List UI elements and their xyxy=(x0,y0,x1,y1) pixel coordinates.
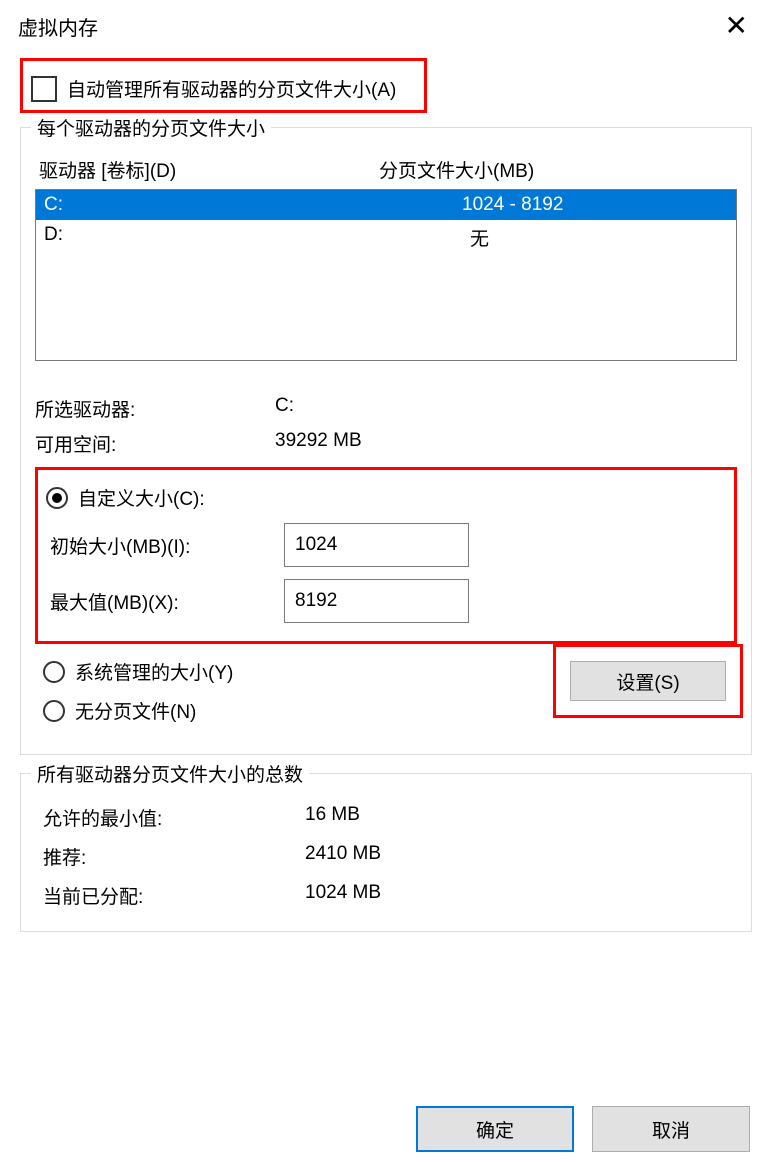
radio-system-label: 系统管理的大小(Y) xyxy=(75,658,233,685)
min-allowed-value: 16 MB xyxy=(305,804,360,831)
dialog-footer: 确定 取消 xyxy=(0,1106,772,1152)
drive-cell: D: xyxy=(44,224,462,251)
free-space-row: 可用空间: 39292 MB xyxy=(35,426,737,461)
selected-drive-row: 所选驱动器: C: xyxy=(35,391,737,426)
size-cell: 无 xyxy=(462,224,728,251)
per-drive-legend: 每个驱动器的分页文件大小 xyxy=(31,114,271,141)
initial-size-input[interactable] xyxy=(284,523,469,567)
auto-manage-checkbox[interactable]: 自动管理所有驱动器的分页文件大小(A) xyxy=(20,58,427,113)
auto-manage-label: 自动管理所有驱动器的分页文件大小(A) xyxy=(67,75,396,102)
custom-size-section: 自定义大小(C): 初始大小(MB)(I): 最大值(MB)(X): xyxy=(35,467,737,644)
header-drive: 驱动器 [卷标](D) xyxy=(39,156,379,183)
selected-drive-label: 所选驱动器: xyxy=(35,395,275,422)
radio-icon xyxy=(43,700,65,722)
titlebar: 虚拟内存 ✕ xyxy=(0,0,772,48)
set-button-highlight: 设置(S) xyxy=(553,644,743,718)
selected-drive-value: C: xyxy=(275,395,294,422)
per-drive-group: 每个驱动器的分页文件大小 驱动器 [卷标](D) 分页文件大小(MB) C: 1… xyxy=(20,127,752,755)
max-size-input[interactable] xyxy=(284,579,469,623)
min-allowed-label: 允许的最小值: xyxy=(43,804,305,831)
totals-group: 所有驱动器分页文件大小的总数 允许的最小值: 16 MB 推荐: 2410 MB… xyxy=(20,773,752,932)
close-icon[interactable]: ✕ xyxy=(715,8,758,44)
drive-list-header: 驱动器 [卷标](D) 分页文件大小(MB) xyxy=(35,152,737,189)
recommended-label: 推荐: xyxy=(43,843,305,870)
radio-custom-label: 自定义大小(C): xyxy=(78,484,205,511)
radio-custom-size[interactable]: 自定义大小(C): xyxy=(46,478,724,517)
checkbox-icon xyxy=(31,76,57,102)
header-size: 分页文件大小(MB) xyxy=(379,156,735,183)
radio-icon xyxy=(43,661,65,683)
list-item[interactable]: D: 无 xyxy=(36,220,736,255)
recommended-value: 2410 MB xyxy=(305,843,381,870)
totals-legend: 所有驱动器分页文件大小的总数 xyxy=(31,760,309,787)
free-space-label: 可用空间: xyxy=(35,430,275,457)
radio-icon xyxy=(46,487,68,509)
cancel-button[interactable]: 取消 xyxy=(592,1106,750,1152)
drive-listbox[interactable]: C: 1024 - 8192 D: 无 xyxy=(35,189,737,361)
set-button[interactable]: 设置(S) xyxy=(570,661,726,701)
radio-none-label: 无分页文件(N) xyxy=(75,697,196,724)
currently-allocated-value: 1024 MB xyxy=(305,882,381,909)
free-space-value: 39292 MB xyxy=(275,430,362,457)
size-cell: 1024 - 8192 xyxy=(462,194,728,216)
window-title: 虚拟内存 xyxy=(18,12,98,41)
currently-allocated-label: 当前已分配: xyxy=(43,882,305,909)
drive-cell: C: xyxy=(44,194,462,216)
ok-button[interactable]: 确定 xyxy=(416,1106,574,1152)
list-item[interactable]: C: 1024 - 8192 xyxy=(36,190,736,220)
initial-size-label: 初始大小(MB)(I): xyxy=(46,532,284,559)
max-size-label: 最大值(MB)(X): xyxy=(46,588,284,615)
